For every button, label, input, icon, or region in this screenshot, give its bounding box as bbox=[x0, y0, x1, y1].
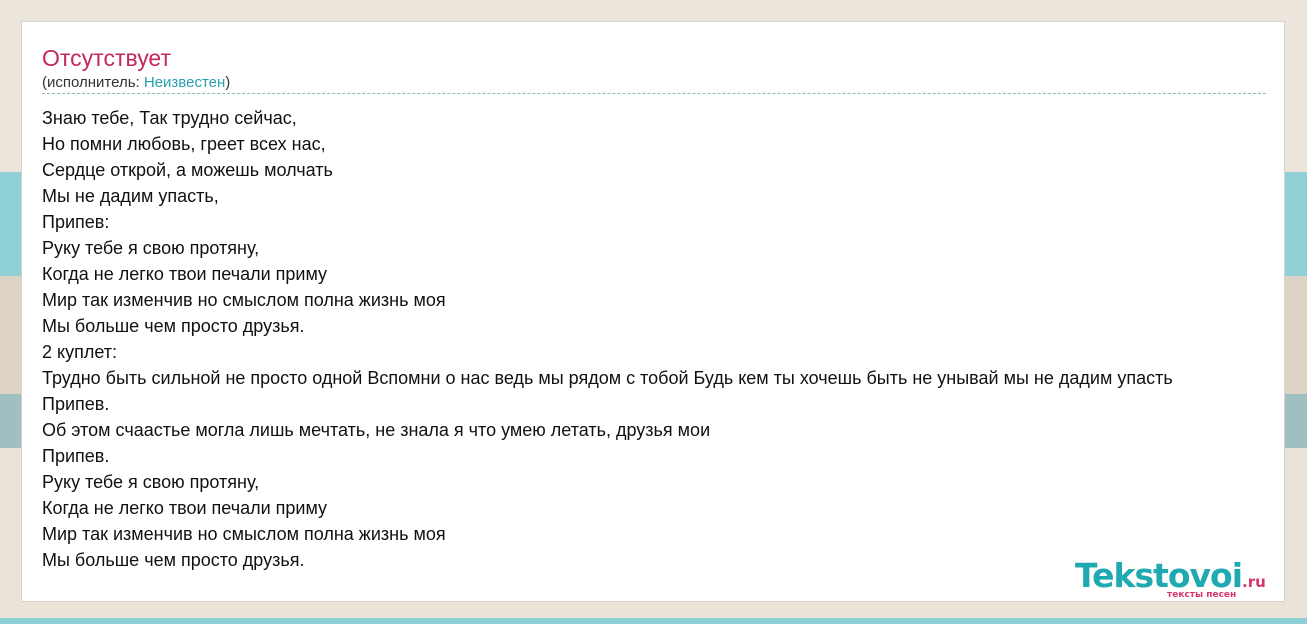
lyric-line: Когда не легко твои печали приму bbox=[42, 498, 328, 518]
lyric-line: Руку тебе я свою протяну, bbox=[42, 472, 260, 492]
background-stripe bbox=[0, 618, 1307, 624]
lyric-line: Об этом счаастье могла лишь мечтать, не … bbox=[42, 420, 711, 440]
lyric-line: Припев: bbox=[42, 212, 110, 232]
logo-tld: .ru bbox=[1242, 573, 1266, 591]
lyric-line: 2 куплет: bbox=[42, 342, 117, 362]
artist-prefix: (исполнитель: bbox=[42, 74, 144, 91]
lyric-line: Знаю тебе, Так трудно сейчас, bbox=[42, 108, 297, 128]
song-title: Отсутствует bbox=[42, 45, 171, 71]
lyric-line: Мы больше чем просто друзья. bbox=[42, 316, 305, 336]
lyrics-card: Отсутствует (исполнитель: Неизвестен) Зн… bbox=[21, 21, 1285, 602]
lyric-line: Припев. bbox=[42, 394, 110, 414]
lyric-line: Когда не легко твои печали приму bbox=[42, 264, 328, 284]
lyric-line: Сердце открой, а можешь молчать bbox=[42, 160, 333, 180]
site-logo[interactable]: Tekstovoi.ru тексты песен bbox=[1075, 556, 1284, 601]
logo-tagline: тексты песен bbox=[1167, 590, 1237, 600]
artist-suffix: ) bbox=[225, 74, 231, 91]
lyric-line: Мы не дадим упасть, bbox=[42, 186, 219, 206]
lyric-line: Руку тебе я свою протяну, bbox=[42, 238, 260, 258]
lyric-line: Мир так изменчив но смыслом полна жизнь … bbox=[42, 290, 446, 310]
artist-link[interactable]: Неизвестен bbox=[144, 74, 225, 91]
lyric-line: Трудно быть сильной не просто одной Вспо… bbox=[42, 368, 1173, 388]
lyric-line: Припев. bbox=[42, 446, 110, 466]
lyric-line: Но помни любовь, греет всех нас, bbox=[42, 134, 326, 154]
artist-line: (исполнитель: Неизвестен) bbox=[42, 74, 230, 92]
divider bbox=[42, 93, 1266, 94]
lyrics-text: Знаю тебе, Так трудно сейчас, Но помни л… bbox=[42, 105, 1284, 573]
lyric-line: Мир так изменчив но смыслом полна жизнь … bbox=[42, 524, 446, 544]
